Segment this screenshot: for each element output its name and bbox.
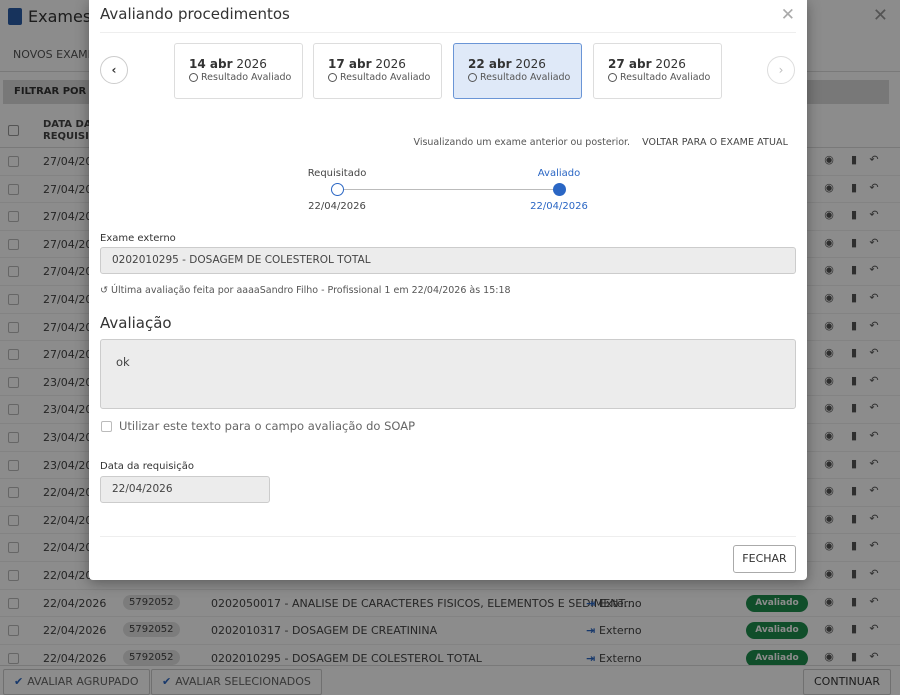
evaluation-textarea[interactable]: ok — [100, 339, 796, 409]
divider — [100, 32, 796, 33]
back-to-current-link[interactable]: VOLTAR PARA O EXAME ATUAL — [642, 137, 788, 148]
timeline-step1-label: Requisitado — [307, 168, 367, 179]
evaluation-section-title: Avaliação — [100, 314, 172, 332]
timeline-step2-label: Avaliado — [537, 168, 581, 179]
date-card-1[interactable]: 14 abr 2026 Resultado Avaliado — [174, 43, 303, 99]
next-exam-button[interactable]: › — [767, 56, 795, 84]
soap-option[interactable]: Utilizar este texto para o campo avaliaç… — [101, 419, 415, 433]
status-ring-icon — [468, 73, 477, 82]
history-icon: ↺ — [100, 285, 108, 296]
close-button[interactable]: FECHAR — [733, 545, 796, 573]
history-info: Visualizando um exame anterior ou poster… — [413, 137, 788, 148]
status-ring-icon — [608, 73, 617, 82]
evaluation-modal: Avaliando procedimentos ✕ ‹ 14 abr 2026 … — [89, 0, 807, 580]
modal-title: Avaliando procedimentos — [100, 5, 290, 23]
timeline-step2-dot — [553, 183, 566, 196]
external-exam-label: Exame externo — [100, 233, 176, 244]
previous-exam-button[interactable]: ‹ — [100, 56, 128, 84]
date-card-4[interactable]: 27 abr 2026 Resultado Avaliado — [593, 43, 722, 99]
timeline-line — [337, 189, 559, 190]
chevron-right-icon: › — [778, 63, 784, 77]
chevron-left-icon: ‹ — [111, 63, 117, 77]
timeline-step2-date: 22/04/2026 — [530, 201, 588, 212]
status-ring-icon — [189, 73, 198, 82]
soap-checkbox[interactable] — [101, 420, 112, 432]
modal-close-icon[interactable]: ✕ — [781, 5, 795, 25]
status-ring-icon — [328, 73, 337, 82]
timeline-step1-date: 22/04/2026 — [308, 201, 366, 212]
timeline-step1-dot — [331, 183, 344, 196]
date-card-3-active[interactable]: 22 abr 2026 Resultado Avaliado — [453, 43, 582, 99]
divider — [100, 536, 796, 537]
request-date-label: Data da requisição — [100, 461, 194, 472]
external-exam-field: 0202010295 - DOSAGEM DE COLESTEROL TOTAL — [100, 247, 796, 274]
last-evaluation-info: ↺ Última avaliação feita por aaaaSandro … — [100, 285, 511, 296]
request-date-field: 22/04/2026 — [100, 476, 270, 503]
date-card-2[interactable]: 17 abr 2026 Resultado Avaliado — [313, 43, 442, 99]
